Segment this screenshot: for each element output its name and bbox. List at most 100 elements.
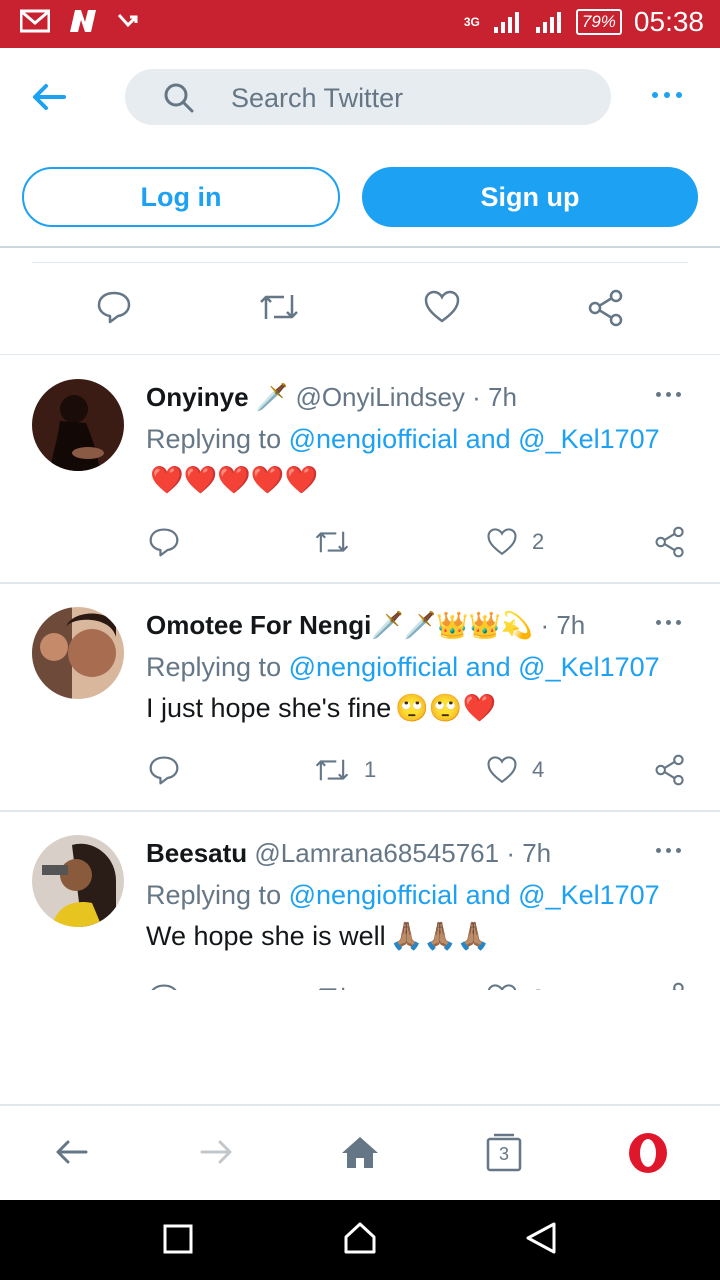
tweet-actions: 2 — [0, 982, 720, 990]
more-icon[interactable] — [656, 620, 681, 625]
tweet-emoji: 🙄🙄❤️ — [395, 693, 497, 723]
system-nav-bar — [0, 1200, 720, 1280]
opera-icon[interactable] — [627, 1132, 669, 1174]
back-arrow-icon[interactable] — [30, 80, 70, 114]
home-icon[interactable] — [340, 1134, 380, 1170]
avatar[interactable] — [32, 835, 124, 927]
like-icon[interactable] — [423, 289, 461, 325]
share-icon — [672, 982, 684, 990]
reply-icon — [149, 756, 179, 785]
reply-icon[interactable] — [96, 289, 132, 325]
status-bar: 3G 79% 05:38 — [0, 0, 720, 48]
replying-to-link[interactable]: @nengiofficial and @_Kel1707 — [289, 880, 660, 910]
like-button[interactable]: 4 — [486, 754, 544, 786]
tweet-time: · 7h — [540, 610, 586, 640]
retweet-icon[interactable] — [258, 289, 300, 325]
tweet[interactable]: Omotee For Nengi🗡️🗡️👑👑💫 · 7h Replying to… — [0, 584, 720, 812]
clock: 05:38 — [633, 6, 704, 37]
gmail-icon — [20, 9, 50, 33]
share-icon — [655, 526, 684, 558]
signal-icon-2 — [535, 12, 561, 33]
share-button[interactable] — [654, 982, 686, 990]
tweet-header: Onyinye 🗡️ @OnyiLindsey · 7h — [146, 382, 517, 413]
retweet-count: 1 — [364, 757, 377, 782]
like-button[interactable]: 2 — [486, 526, 544, 558]
browser-back-icon[interactable] — [54, 1134, 90, 1170]
tweet-text-body: We hope she is well — [146, 920, 386, 951]
replying-to: Replying to @nengiofficial and @_Kel1707 — [146, 880, 660, 911]
retweet-button[interactable] — [314, 982, 364, 990]
like-count: 4 — [532, 757, 545, 782]
search-icon — [164, 83, 194, 113]
tweet[interactable]: Onyinye 🗡️ @OnyiLindsey · 7h Replying to… — [0, 356, 720, 584]
avatar[interactable] — [32, 379, 124, 471]
share-icon — [655, 754, 684, 786]
signup-button[interactable]: Sign up — [362, 167, 698, 227]
search-input[interactable]: Search Twitter — [125, 69, 611, 125]
login-button[interactable]: Log in — [22, 167, 340, 227]
home-nav-icon[interactable] — [342, 1220, 378, 1256]
user-name[interactable]: Onyinye — [146, 382, 249, 412]
battery-indicator: 79% — [575, 9, 622, 35]
tweet-actions: 2 — [0, 526, 720, 562]
user-name[interactable]: Omotee For Nengi — [146, 610, 371, 640]
like-icon — [487, 756, 517, 784]
reply-icon — [149, 528, 179, 557]
like-count: 2 — [532, 529, 545, 554]
share-icon[interactable] — [587, 289, 625, 327]
share-button[interactable] — [654, 754, 686, 786]
top-bar: Search Twitter — [0, 48, 720, 146]
replying-prefix: Replying to — [146, 880, 282, 910]
more-icon[interactable] — [656, 392, 681, 397]
tweet[interactable]: Beesatu @Lamrana68545761 · 7h Replying t… — [0, 812, 720, 990]
retweet-button[interactable] — [314, 526, 364, 558]
recents-icon[interactable] — [162, 1222, 194, 1256]
more-icon[interactable] — [652, 92, 682, 98]
tabs-button[interactable]: 3 — [486, 1132, 522, 1172]
tweet-header: Beesatu @Lamrana68545761 · 7h — [146, 838, 551, 869]
back-nav-icon[interactable] — [524, 1220, 558, 1256]
tweet-text: I just hope she's fine 🙄🙄❤️ — [146, 692, 496, 724]
replying-prefix: Replying to — [146, 424, 282, 454]
more-icon[interactable] — [656, 848, 681, 853]
tweet-header: Omotee For Nengi🗡️🗡️👑👑💫 · 7h — [146, 610, 585, 641]
like-icon — [487, 984, 517, 990]
search-placeholder: Search Twitter — [231, 83, 404, 113]
tweet-actions: 1 4 — [0, 754, 720, 790]
main-tweet-actions — [0, 263, 720, 355]
name-emoji: 🗡️ — [255, 382, 289, 412]
signal-icon — [493, 12, 519, 33]
replying-to-link[interactable]: @nengiofficial and @_Kel1707 — [289, 652, 660, 682]
retweet-icon — [318, 987, 345, 990]
missed-call-icon — [117, 13, 138, 28]
user-handle[interactable]: @OnyiLindsey — [295, 382, 464, 412]
like-button[interactable]: 2 — [486, 982, 544, 990]
avatar[interactable] — [32, 607, 124, 699]
reply-icon — [151, 984, 177, 990]
news-app-icon — [70, 10, 96, 32]
browser-bottom-nav: 3 — [0, 1104, 720, 1200]
like-count: 2 — [532, 985, 544, 990]
auth-bar: Log in Sign up — [0, 146, 720, 248]
tweet-time: · 7h — [472, 382, 517, 412]
replying-to: Replying to @nengiofficial and @_Kel1707 — [146, 652, 660, 683]
replying-prefix: Replying to — [146, 652, 282, 682]
reply-button[interactable] — [148, 982, 194, 990]
reply-button[interactable] — [148, 526, 194, 558]
retweet-icon — [315, 759, 349, 781]
retweet-icon — [315, 531, 349, 553]
name-emoji: 🗡️🗡️👑👑💫 — [371, 610, 534, 640]
tweet-text: We hope she is well 🙏🏽🙏🏽🙏🏽 — [146, 920, 490, 952]
browser-forward-icon[interactable] — [198, 1134, 234, 1170]
tweet-text: ❤️❤️❤️❤️❤️ — [146, 464, 318, 496]
retweet-button[interactable]: 1 — [314, 754, 376, 786]
user-handle[interactable]: @Lamrana68545761 — [254, 838, 499, 868]
network-type: 3G — [463, 15, 480, 29]
share-button[interactable] — [654, 526, 686, 558]
reply-button[interactable] — [148, 754, 194, 786]
like-icon — [487, 528, 517, 556]
replying-to: Replying to @nengiofficial and @_Kel1707 — [146, 424, 660, 455]
user-name[interactable]: Beesatu — [146, 838, 247, 868]
tweet-time: · 7h — [506, 838, 552, 868]
replying-to-link[interactable]: @nengiofficial and @_Kel1707 — [289, 424, 660, 454]
